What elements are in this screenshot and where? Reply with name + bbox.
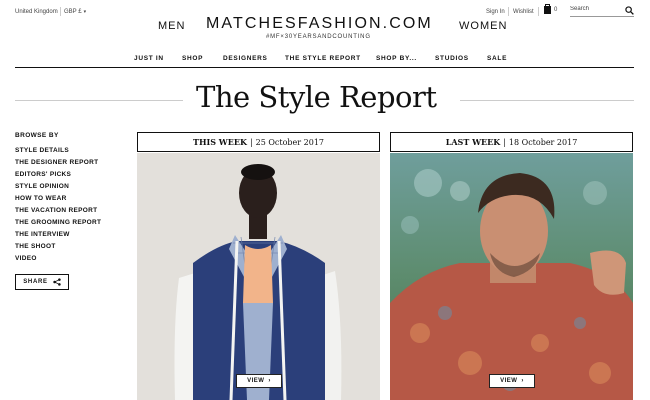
last-week-view-button[interactable]: VIEW › — [489, 374, 535, 388]
sidebar-item-designer-report[interactable]: THE DESIGNER REPORT — [15, 158, 101, 170]
chevron-down-icon: ▾ — [83, 9, 87, 15]
browse-by-list: STYLE DETAILS THE DESIGNER REPORT EDITOR… — [15, 146, 101, 266]
card-date: 25 October 2017 — [255, 137, 325, 147]
search-input[interactable] — [570, 6, 622, 12]
sidebar-item-style-opinion[interactable]: STYLE OPINION — [15, 182, 101, 194]
sidebar-item-how-to-wear[interactable]: HOW TO WEAR — [15, 194, 101, 206]
this-week-image[interactable] — [137, 153, 380, 400]
card-date: 18 October 2017 — [508, 137, 578, 147]
bag-count: 0 — [554, 7, 558, 13]
nav-shop[interactable]: SHOP — [182, 55, 203, 62]
card-header: THIS WEEK | 25 October 2017 — [137, 132, 380, 152]
main-nav: JUST IN SHOP DESIGNERS THE STYLE REPORT … — [15, 48, 634, 68]
divider — [538, 7, 539, 16]
card-label: LAST WEEK — [445, 137, 501, 147]
nav-sale[interactable]: SALE — [487, 55, 507, 62]
sidebar-item-interview[interactable]: THE INTERVIEW — [15, 230, 101, 242]
model-photo-illustration — [390, 153, 633, 400]
sidebar-item-grooming-report[interactable]: THE GROOMING REPORT — [15, 218, 101, 230]
nav-the-style-report[interactable]: THE STYLE REPORT — [285, 55, 361, 62]
last-week-image[interactable] — [390, 153, 633, 400]
view-label: VIEW — [500, 378, 518, 384]
search-icon[interactable] — [625, 6, 634, 15]
currency-label: GBP £ — [64, 9, 82, 15]
sidebar-item-style-details[interactable]: STYLE DETAILS — [15, 146, 101, 158]
page-title: The Style Report — [196, 80, 437, 114]
divider: | — [249, 137, 253, 147]
card-header: LAST WEEK | 18 October 2017 — [390, 132, 633, 152]
view-label: VIEW — [247, 378, 265, 384]
this-week-card[interactable]: THIS WEEK | 25 October 2017 VIEW › — [137, 132, 380, 400]
card-label: THIS WEEK — [192, 137, 247, 147]
nav-designers[interactable]: DESIGNERS — [223, 55, 268, 62]
currency-selector[interactable]: GBP £ ▾ — [64, 9, 86, 15]
share-label: SHARE — [23, 279, 48, 285]
share-button[interactable]: SHARE — [15, 274, 69, 290]
sign-in-link[interactable]: Sign In — [486, 9, 505, 15]
chevron-right-icon: › — [268, 378, 271, 384]
sidebar-item-editors-picks[interactable]: EDITORS' PICKS — [15, 170, 101, 182]
nav-studios[interactable]: STUDIOS — [435, 55, 469, 62]
browse-by-heading: BROWSE BY — [15, 132, 59, 139]
nav-just-in[interactable]: JUST IN — [134, 55, 164, 62]
tagline: #MF×30YEARSANDCOUNTING — [266, 34, 371, 40]
divider: | — [503, 137, 506, 147]
model-photo-illustration — [137, 153, 380, 400]
sidebar-item-the-shoot[interactable]: THE SHOOT — [15, 242, 101, 254]
share-icon — [53, 278, 61, 286]
divider — [60, 7, 61, 16]
sidebar-item-video[interactable]: VIDEO — [15, 254, 101, 266]
bag-button[interactable]: 0 — [544, 4, 558, 14]
region-selector[interactable]: United Kingdom — [15, 9, 58, 15]
title-rule-right — [460, 100, 634, 101]
chevron-right-icon: › — [521, 378, 524, 384]
divider — [508, 7, 509, 16]
last-week-card[interactable]: LAST WEEK | 18 October 2017 VIEW › — [390, 132, 633, 400]
this-week-view-button[interactable]: VIEW › — [236, 374, 282, 388]
shopping-bag-icon — [544, 4, 551, 14]
men-link[interactable]: MEN — [158, 20, 185, 32]
wishlist-link[interactable]: Wishlist — [513, 9, 534, 15]
search-box — [570, 6, 634, 17]
title-rule-left — [15, 100, 183, 101]
site-logo[interactable]: MATCHESFASHION.COM — [206, 15, 433, 33]
women-link[interactable]: WOMEN — [459, 20, 507, 32]
sidebar-item-vacation-report[interactable]: THE VACATION REPORT — [15, 206, 101, 218]
nav-shop-by[interactable]: SHOP BY... — [376, 55, 417, 62]
